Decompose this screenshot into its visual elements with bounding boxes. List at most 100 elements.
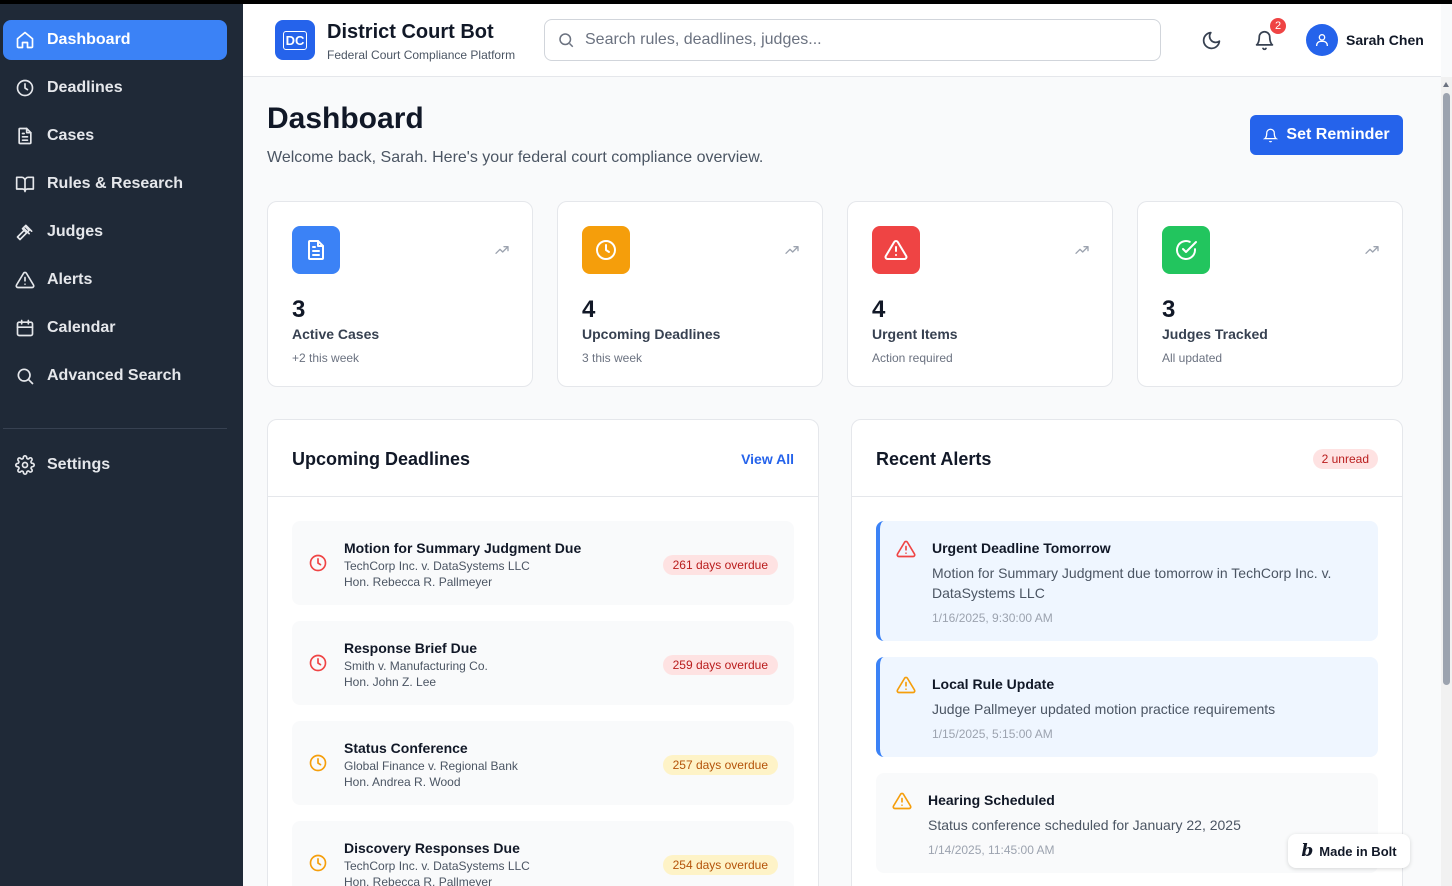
- stat-card-urgent-items[interactable]: 4 Urgent Items Action required: [847, 201, 1113, 387]
- stat-value: 4: [872, 296, 886, 323]
- warning-icon: [896, 539, 916, 559]
- overdue-badge: 261 days overdue: [662, 555, 778, 575]
- deadline-case: TechCorp Inc. v. DataSystems LLC: [344, 559, 530, 573]
- sidebar-item-settings[interactable]: Settings: [3, 445, 227, 485]
- bolt-logo-icon: b: [1301, 841, 1314, 861]
- clock-icon: [308, 753, 328, 773]
- user-icon: [1316, 34, 1328, 46]
- deadline-judge: Hon. Andrea R. Wood: [344, 775, 461, 789]
- view-all-link[interactable]: View All: [741, 451, 794, 467]
- stat-sub: 3 this week: [582, 351, 643, 365]
- moon-icon: [1202, 31, 1220, 49]
- deadline-item[interactable]: Status Conference Global Finance v. Regi…: [292, 721, 794, 805]
- overdue-badge: 259 days overdue: [662, 655, 778, 675]
- deadline-case: Global Finance v. Regional Bank: [344, 759, 518, 773]
- recent-alerts-panel: Recent Alerts 2 unread Urgent Deadline T…: [851, 419, 1403, 886]
- upcoming-deadlines-panel: Upcoming Deadlines View All Motion for S…: [267, 419, 819, 886]
- stat-card-judges-tracked[interactable]: 3 Judges Tracked All updated: [1137, 201, 1403, 387]
- alert-message: Status conference scheduled for January …: [928, 817, 1241, 833]
- home-icon: [15, 30, 35, 50]
- deadline-title: Status Conference: [344, 740, 468, 756]
- warning-icon: [15, 270, 35, 290]
- sidebar-item-label: Deadlines: [47, 79, 123, 96]
- avatar[interactable]: [1306, 24, 1338, 56]
- set-reminder-button[interactable]: Set Reminder: [1250, 115, 1403, 155]
- stat-label: Active Cases: [292, 326, 380, 342]
- deadline-judge: Hon. Rebecca R. Pallmeyer: [344, 875, 493, 886]
- app-title: District Court Bot: [327, 21, 494, 43]
- panel-title: Upcoming Deadlines: [292, 449, 471, 469]
- sidebar-item-deadlines[interactable]: Deadlines: [3, 68, 227, 108]
- alert-title: Hearing Scheduled: [928, 792, 1055, 808]
- alert-item[interactable]: Urgent Deadline Tomorrow Motion for Summ…: [876, 521, 1378, 641]
- bell-icon: [1263, 128, 1279, 142]
- clock-icon: [308, 653, 328, 673]
- sidebar-item-dashboard[interactable]: Dashboard: [3, 20, 227, 60]
- sidebar-item-judges[interactable]: Judges: [3, 212, 227, 252]
- page-subtitle: Welcome back, Sarah. Here's your federal…: [267, 149, 764, 166]
- panel-title: Recent Alerts: [876, 449, 992, 469]
- overdue-badge: 254 days overdue: [662, 855, 778, 875]
- stat-card-upcoming-deadlines[interactable]: 4 Upcoming Deadlines 3 this week: [557, 201, 823, 387]
- trending-up-icon: [784, 242, 800, 258]
- deadline-case: TechCorp Inc. v. DataSystems LLC: [344, 859, 530, 873]
- stat-sub: Action required: [872, 351, 953, 365]
- deadline-item[interactable]: Response Brief Due Smith v. Manufacturin…: [292, 621, 794, 705]
- bell-icon: [1255, 30, 1273, 50]
- clock-icon: [15, 78, 35, 98]
- dark-mode-toggle[interactable]: [1199, 28, 1223, 52]
- scroll-thumb[interactable]: [1443, 93, 1450, 685]
- alert-item[interactable]: Local Rule Update Judge Pallmeyer update…: [876, 657, 1378, 757]
- search-icon: [559, 33, 574, 48]
- sidebar-item-label: Cases: [47, 127, 95, 144]
- clock-icon: [308, 553, 328, 573]
- deadline-title: Discovery Responses Due: [344, 840, 520, 856]
- stat-value: 3: [292, 296, 306, 323]
- sidebar-item-alerts[interactable]: Alerts: [3, 260, 227, 300]
- deadline-item[interactable]: Discovery Responses Due TechCorp Inc. v.…: [292, 821, 794, 886]
- sidebar-item-label: Calendar: [47, 319, 116, 336]
- search-input[interactable]: [585, 31, 1145, 49]
- alert-timestamp: 1/15/2025, 5:15:00 AM: [932, 727, 1053, 741]
- search-bar[interactable]: [544, 19, 1161, 61]
- alert-message: Motion for Summary Judgment due tomorrow…: [932, 565, 1332, 601]
- sidebar: Dashboard Deadlines Cases Rules & Resear…: [0, 4, 243, 886]
- stat-sub: +2 this week: [292, 351, 360, 365]
- sidebar-item-cases[interactable]: Cases: [3, 116, 227, 156]
- page-scrollbar[interactable]: [1441, 77, 1452, 886]
- deadline-judge: Hon. Rebecca R. Pallmeyer: [344, 575, 493, 589]
- user-name[interactable]: Sarah Chen: [1346, 32, 1424, 48]
- warning-icon: [892, 791, 912, 811]
- overdue-badge: 257 days overdue: [662, 755, 778, 775]
- stat-card-active-cases[interactable]: 3 Active Cases +2 this week: [267, 201, 533, 387]
- unread-count-badge: 2 unread: [1312, 449, 1378, 469]
- sidebar-item-rules-research[interactable]: Rules & Research: [3, 164, 227, 204]
- scroll-up-arrow[interactable]: [1443, 82, 1449, 87]
- app-subtitle: Federal Court Compliance Platform: [327, 48, 516, 62]
- sidebar-item-label: Alerts: [47, 271, 93, 288]
- trending-up-icon: [494, 242, 510, 258]
- clock-icon: [308, 853, 328, 873]
- trending-up-icon: [1074, 242, 1090, 258]
- notification-count-badge: 2: [1270, 18, 1286, 34]
- alert-timestamp: 1/16/2025, 9:30:00 AM: [932, 611, 1053, 625]
- alert-title: Local Rule Update: [932, 676, 1055, 692]
- alert-title: Urgent Deadline Tomorrow: [932, 540, 1111, 556]
- top-header: DC District Court Bot Federal Court Comp…: [243, 4, 1441, 77]
- deadline-title: Response Brief Due: [344, 640, 478, 656]
- panel-header: Upcoming Deadlines View All: [268, 420, 818, 497]
- sidebar-item-calendar[interactable]: Calendar: [3, 308, 227, 348]
- app-logo[interactable]: DC: [275, 20, 315, 60]
- deadline-item[interactable]: Motion for Summary Judgment Due TechCorp…: [292, 521, 794, 605]
- warning-icon: [872, 226, 920, 274]
- sidebar-item-advanced-search[interactable]: Advanced Search: [3, 356, 227, 396]
- check-circle-icon: [1162, 226, 1210, 274]
- stat-value: 4: [582, 296, 596, 323]
- made-in-bolt-badge[interactable]: b Made in Bolt: [1288, 834, 1410, 868]
- clock-icon: [582, 226, 630, 274]
- book-icon: [15, 174, 35, 194]
- gear-icon: [15, 455, 35, 475]
- deadline-title: Motion for Summary Judgment Due: [344, 540, 582, 556]
- calendar-icon: [15, 318, 35, 338]
- app-window: Dashboard Deadlines Cases Rules & Resear…: [0, 4, 1452, 886]
